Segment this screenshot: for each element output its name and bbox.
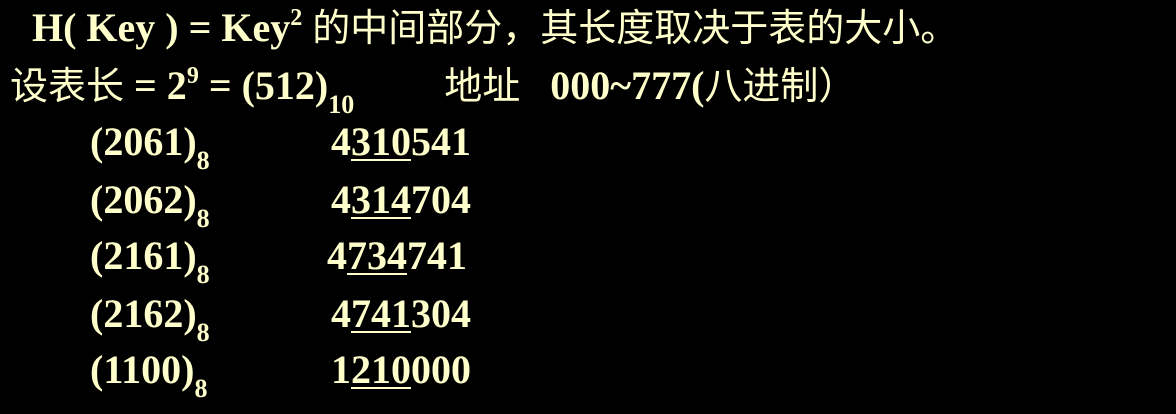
square-prefix: 4 <box>331 119 351 164</box>
key-cell: (2061)8 <box>90 119 210 174</box>
hash-function-definition: H( Key ) = Key2 的中间部分，其长度取决于表的大小。 <box>32 5 959 50</box>
key-base: 8 <box>196 204 210 233</box>
square-suffix: 741 <box>407 233 467 278</box>
square-prefix: 4 <box>327 233 347 278</box>
square-prefix: 4 <box>331 177 351 222</box>
square-prefix: 1 <box>331 347 351 392</box>
square-cell: 1210000 <box>331 350 471 390</box>
square-suffix: 541 <box>411 119 471 164</box>
table-length-label: 设表长 <box>10 64 125 108</box>
square-middle: 310 <box>351 119 411 164</box>
key-value: (1100) <box>90 347 195 392</box>
key-cell: (2162)8 <box>90 291 210 346</box>
table-length-exponent: 9 <box>186 63 199 89</box>
key-base: 8 <box>196 146 210 175</box>
square-cell: 4741304 <box>331 294 471 334</box>
key-cell: (2161)8 <box>90 233 210 288</box>
square-prefix: 4 <box>331 291 351 336</box>
decimal-base-subscript: 10 <box>328 90 355 119</box>
table-length-decimal: = (512) <box>198 63 329 108</box>
table-length-eq: = 2 <box>124 63 187 108</box>
square-cell: 4310541 <box>331 122 471 162</box>
key-base: 8 <box>196 260 210 289</box>
formula-text: H( Key ) = Key <box>32 5 291 50</box>
key-base: 8 <box>196 318 210 347</box>
key-value: (2161) <box>90 233 197 278</box>
square-middle: 741 <box>351 291 411 336</box>
square-suffix: 304 <box>411 291 471 336</box>
key-value: (2061) <box>90 119 197 164</box>
square-suffix: 000 <box>411 347 471 392</box>
address-label: 地址 <box>444 64 521 108</box>
square-suffix: 704 <box>411 177 471 222</box>
square-middle: 734 <box>347 233 407 278</box>
key-value: (2162) <box>90 291 197 336</box>
square-middle: 210 <box>351 347 411 392</box>
formula-superscript: 2 <box>290 5 303 31</box>
address-range: 000~777( <box>550 63 705 108</box>
key-base: 8 <box>194 374 208 403</box>
address-note: 八进制） <box>704 64 857 108</box>
formula-description: 的中间部分，其长度取决于表的大小。 <box>312 6 959 50</box>
square-cell: 4734741 <box>327 236 467 276</box>
key-cell: (2062)8 <box>90 177 210 232</box>
square-cell: 4314704 <box>331 180 471 220</box>
key-value: (2062) <box>90 177 197 222</box>
key-cell: (1100)8 <box>90 347 207 402</box>
square-middle: 314 <box>351 177 411 222</box>
table-size-line: 设表长 = 29 = (512)10 地址 000~777(八进制） <box>10 63 857 118</box>
